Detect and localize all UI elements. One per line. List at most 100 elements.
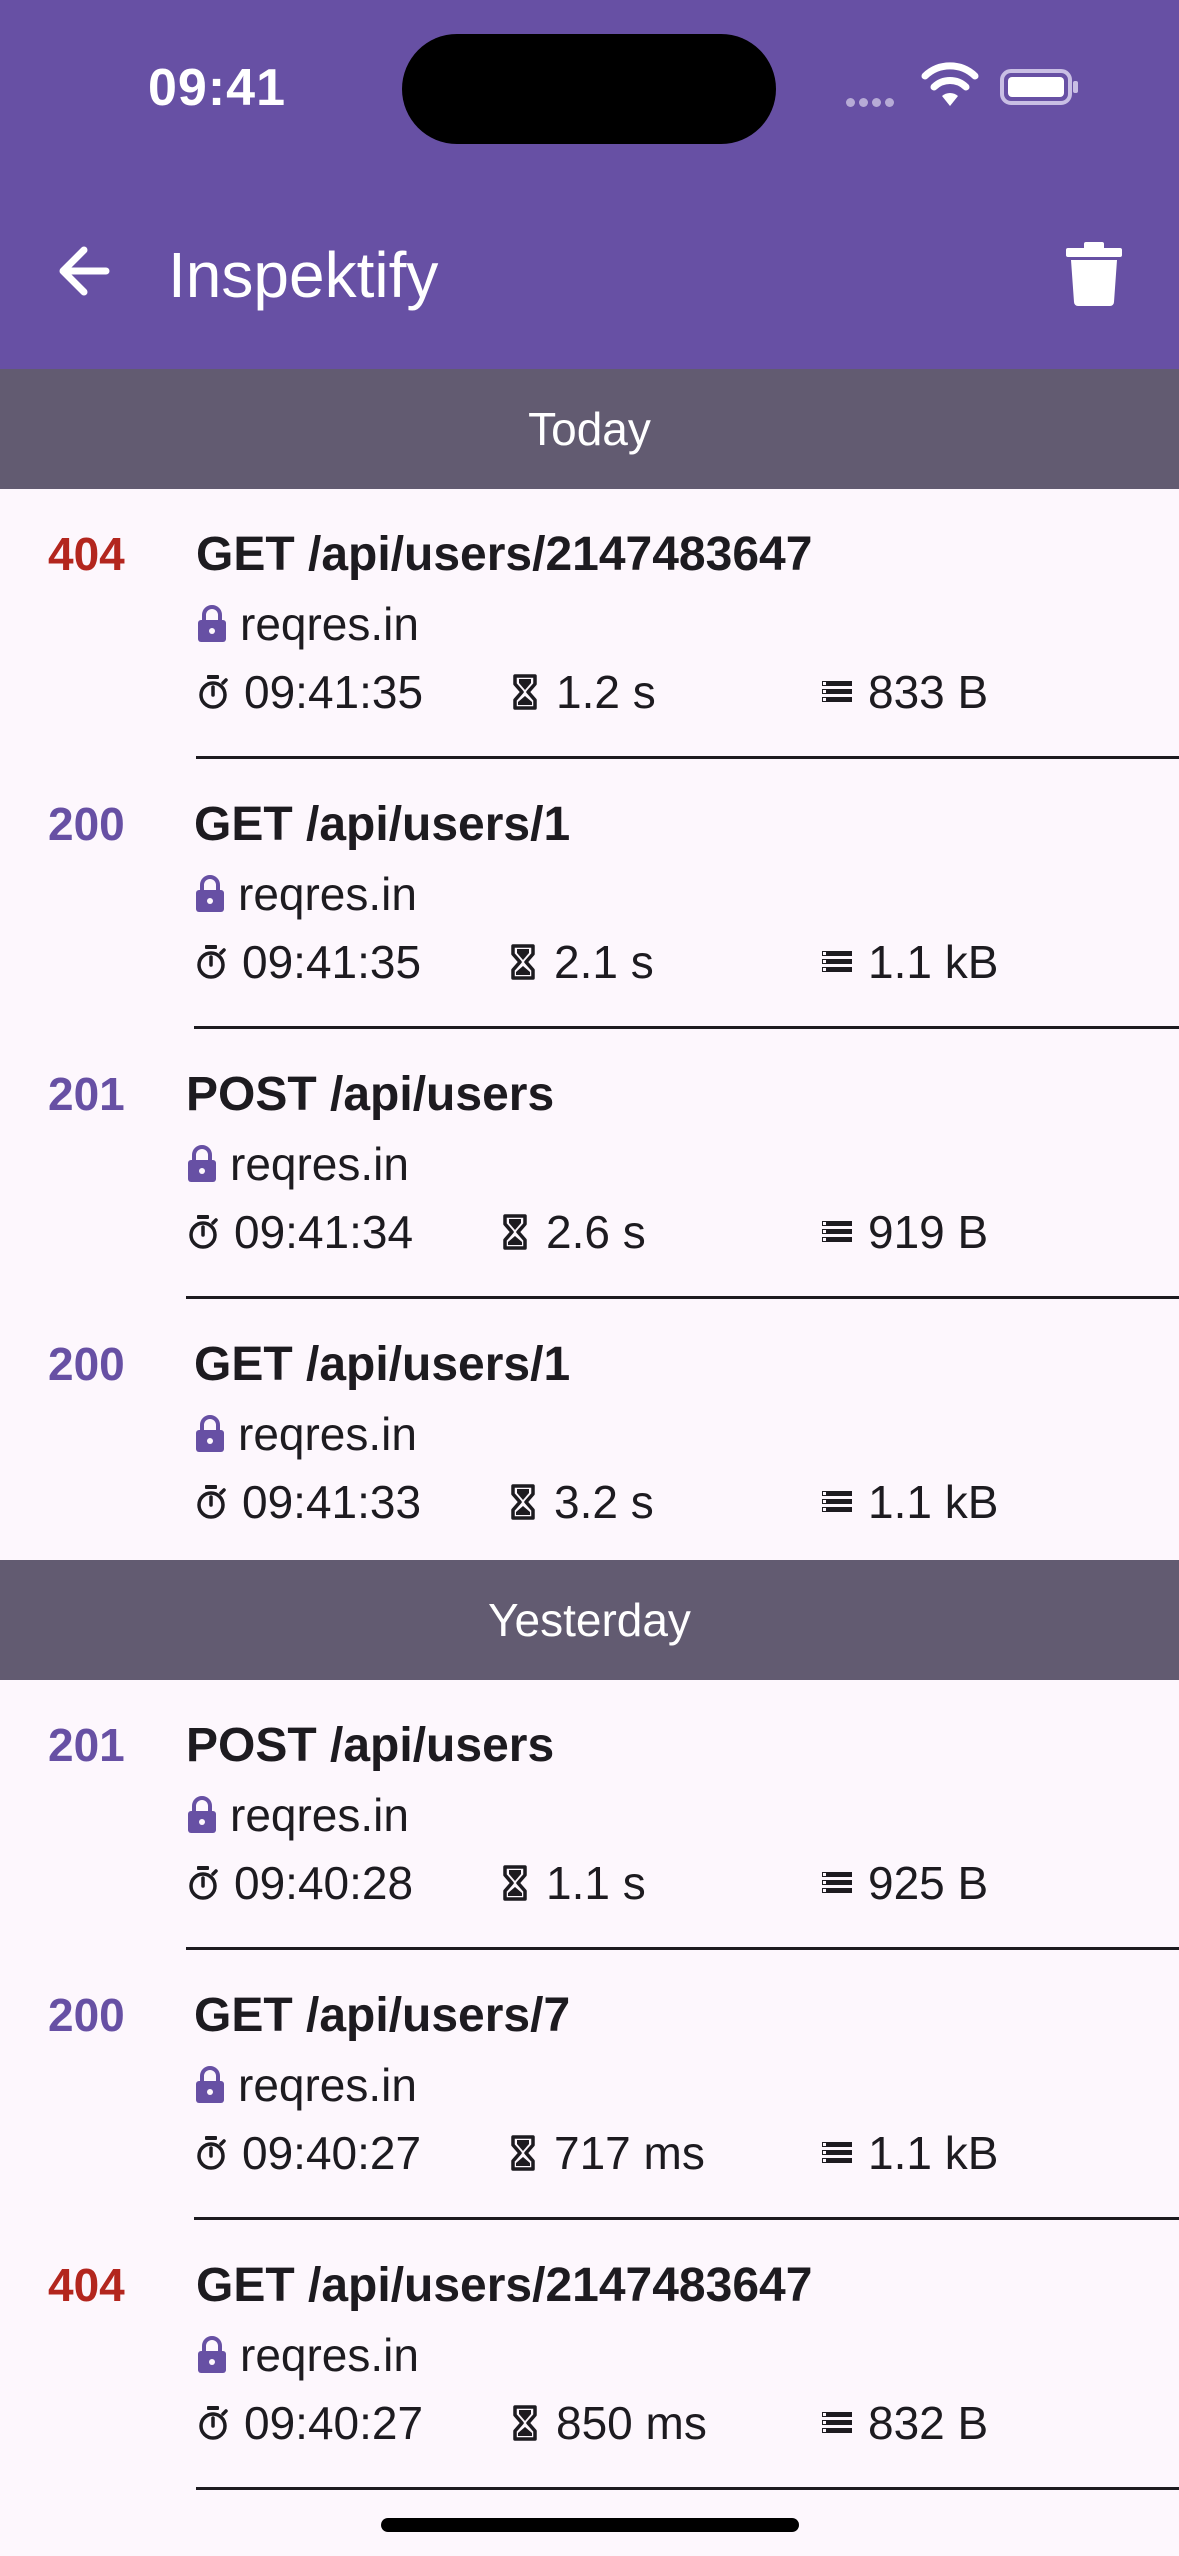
- request-method-path: POST /api/users: [186, 1068, 555, 1121]
- request-time: 09:41:35: [196, 665, 423, 719]
- stopwatch-icon: [197, 945, 226, 979]
- response-size: 833 B: [820, 665, 988, 719]
- request-list-item[interactable]: 200 GET /api/users/1 reqres.in 09:41:33 3.2 …: [0, 1299, 1179, 1569]
- response-size-label: 919 B: [868, 1206, 989, 1258]
- stopwatch-icon: [197, 1485, 226, 1519]
- hourglass-icon: [511, 944, 535, 980]
- request-host: reqres.in: [196, 597, 419, 651]
- status-bar-time: 09:41: [148, 59, 286, 117]
- response-size: 832 B: [820, 2396, 988, 2450]
- request-host: reqres.in: [194, 2058, 417, 2112]
- hourglass-icon: [511, 1484, 535, 1520]
- wifi-icon: [921, 62, 979, 106]
- storage-icon: [822, 2412, 852, 2433]
- request-time-label: 09:40:27: [244, 2397, 424, 2449]
- stopwatch-icon: [197, 2136, 226, 2170]
- status-code: 200: [48, 798, 125, 850]
- request-duration-label: 2.1 s: [554, 936, 654, 988]
- request-time: 09:40:27: [196, 2396, 423, 2450]
- status-code: 200: [48, 1989, 125, 2041]
- lock-icon: [196, 875, 224, 912]
- request-time: 09:41:35: [194, 935, 421, 989]
- stopwatch-icon: [199, 675, 228, 709]
- storage-icon: [822, 1491, 852, 1512]
- response-size: 919 B: [820, 1205, 988, 1259]
- request-method-path: GET /api/users/2147483647: [196, 528, 813, 581]
- section-header-today: Today: [0, 369, 1179, 489]
- back-button[interactable]: [50, 236, 120, 306]
- storage-icon: [822, 2142, 852, 2163]
- response-size: 1.1 kB: [820, 1475, 998, 1529]
- lock-icon: [188, 1796, 216, 1833]
- status-code: 201: [48, 1719, 125, 1771]
- request-meta: 09:41:34 2.6 s 919 B: [186, 1205, 1179, 1261]
- host-label: reqres.in: [238, 2059, 417, 2111]
- stopwatch-icon: [199, 2406, 228, 2440]
- request-host: reqres.in: [194, 867, 417, 921]
- request-time-label: 09:41:34: [234, 1206, 414, 1258]
- request-method-path: POST /api/users: [186, 1719, 555, 1772]
- request-meta: 09:40:28 1.1 s 925 B: [186, 1856, 1179, 1912]
- request-list-item[interactable]: 200 GET /api/users/1 reqres.in 09:41:35 2.1 …: [0, 759, 1179, 1029]
- lock-icon: [198, 2336, 226, 2373]
- request-list-item[interactable]: 404 GET /api/users/2147483647 reqres.in 09:…: [0, 489, 1179, 759]
- request-list-item[interactable]: 201 POST /api/users reqres.in 09:40:28 1.1 s…: [0, 1680, 1179, 1950]
- request-host: reqres.in: [186, 1788, 409, 1842]
- request-time-label: 09:40:27: [242, 2127, 422, 2179]
- request-time: 09:40:28: [186, 1856, 413, 1910]
- response-size: 925 B: [820, 1856, 988, 1910]
- host-label: reqres.in: [238, 868, 417, 920]
- hourglass-icon: [503, 1865, 527, 1901]
- lock-icon: [198, 605, 226, 642]
- status-code: 404: [48, 528, 125, 580]
- response-size-label: 925 B: [868, 1857, 989, 1909]
- request-duration: 1.2 s: [508, 665, 656, 719]
- request-time-label: 09:40:28: [234, 1857, 414, 1909]
- request-list-item[interactable]: 201 POST /api/users reqres.in 09:41:34 2.6 s…: [0, 1029, 1179, 1299]
- request-duration-label: 1.1 s: [546, 1857, 646, 1909]
- response-size-label: 832 B: [868, 2397, 989, 2449]
- delete-button[interactable]: [1064, 240, 1124, 306]
- trash-icon: [1066, 242, 1122, 306]
- request-duration: 850 ms: [508, 2396, 707, 2450]
- request-duration-label: 717 ms: [554, 2127, 705, 2179]
- response-size-label: 1.1 kB: [868, 2127, 999, 2179]
- dynamic-island: [402, 34, 776, 144]
- storage-icon: [822, 951, 852, 972]
- status-code: 201: [48, 1068, 125, 1120]
- hourglass-icon: [511, 2135, 535, 2171]
- lock-icon: [196, 2066, 224, 2103]
- request-host: reqres.in: [194, 1407, 417, 1461]
- request-time: 09:40:27: [194, 2126, 421, 2180]
- response-size: 1.1 kB: [820, 935, 998, 989]
- request-host: reqres.in: [196, 2328, 419, 2382]
- response-size-label: 1.1 kB: [868, 1476, 999, 1528]
- hourglass-icon: [513, 674, 537, 710]
- request-meta: 09:41:33 3.2 s 1.1 kB: [194, 1475, 1179, 1531]
- request-method-path: GET /api/users/2147483647: [196, 2259, 813, 2312]
- storage-icon: [822, 681, 852, 702]
- request-time: 09:41:34: [186, 1205, 413, 1259]
- request-duration-label: 1.2 s: [556, 666, 656, 718]
- request-list-item[interactable]: 404 GET /api/users/2147483647 reqres.in 09:…: [0, 2220, 1179, 2490]
- section-header-yesterday: Yesterday: [0, 1560, 1179, 1680]
- status-code: 404: [48, 2259, 125, 2311]
- request-meta: 09:41:35 2.1 s 1.1 kB: [194, 935, 1179, 991]
- request-duration-label: 2.6 s: [546, 1206, 646, 1258]
- home-indicator: [381, 2518, 799, 2532]
- response-size: 1.1 kB: [820, 2126, 998, 2180]
- host-label: reqres.in: [238, 1408, 417, 1460]
- request-meta: 09:41:35 1.2 s 833 B: [196, 665, 1179, 721]
- status-code: 200: [48, 1338, 125, 1390]
- host-label: reqres.in: [240, 598, 419, 650]
- request-time-label: 09:41:35: [244, 666, 424, 718]
- request-duration: 2.1 s: [506, 935, 654, 989]
- request-duration-label: 850 ms: [556, 2397, 707, 2449]
- lock-icon: [196, 1415, 224, 1452]
- request-list-item[interactable]: 200 GET /api/users/7 reqres.in 09:40:27 717 …: [0, 1950, 1179, 2220]
- arrow-left-icon: [59, 246, 110, 296]
- response-size-label: 833 B: [868, 666, 989, 718]
- request-time-label: 09:41:35: [242, 936, 422, 988]
- request-meta: 09:40:27 717 ms 1.1 kB: [194, 2126, 1179, 2182]
- storage-icon: [822, 1221, 852, 1242]
